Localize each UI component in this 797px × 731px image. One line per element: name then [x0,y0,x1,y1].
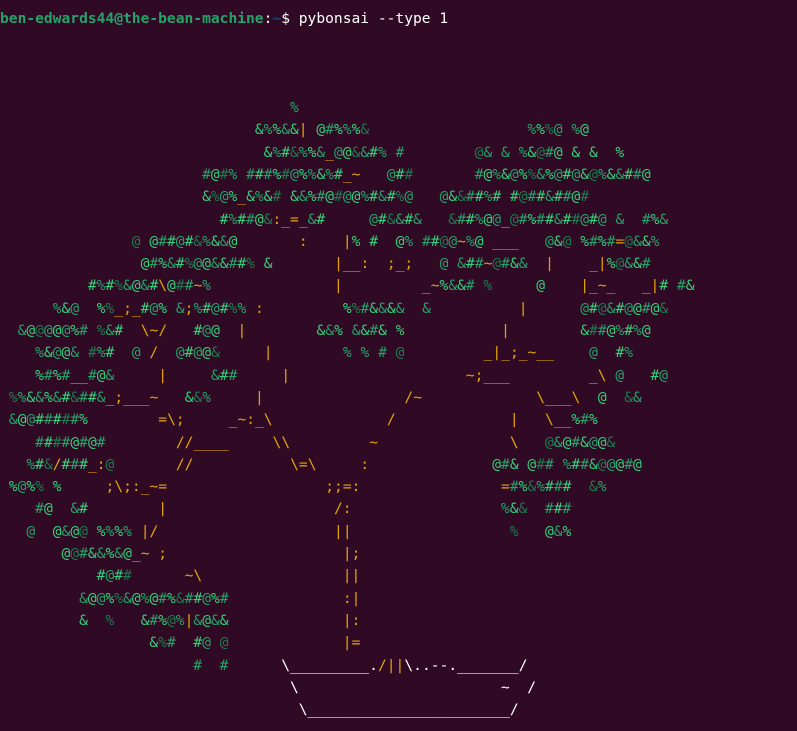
tree-line: %#%#__#@& | &## | ~;___ _\ @ #@ [35,366,669,384]
tree-line: &@@#####% =\; _~:_\ / | \__%#% [8,411,598,429]
prompt-path: ~ [272,10,282,27]
tree-line: &%# #@ @ |= [149,634,361,652]
tree-line: &%@%_&%&# &&%#@#@@%#&#%@ @&&##%# #@##&##… [202,188,590,206]
prompt-symbol: $ [281,10,290,27]
tree-line: #@#% ###%#@%%&%#_~ @## #@%&@%%&%@#@&@%&&… [202,165,651,183]
tree-line: \ ~ / [289,678,537,696]
tree-line: #%##@&:_=_&# @#&&#& &##%@@_@#%##&##@#@ &… [219,210,669,228]
tree-line: &@@@@@%# %&# \~/ #@@ | &&% &&#& % | &##@… [17,322,651,339]
tree-line: #%#%&@&#\@##~% | _~%&&# % @ |_~_ _|# #& [87,277,695,295]
tree-line: &@@%%&@%@#%&##@%# :| [79,589,361,607]
tree-line: @ @&@@ %%%% |/ || % @&% [26,522,572,540]
tree-line: & % &#%@%|&@&& |: [79,611,361,629]
tree-line: ####@#@# //____ \\ ~ \ @&@#&@@& [35,433,616,451]
tree-line: %&@ %%_;_#@% &;%#@#%% : %%#&&&& & | @#@&… [52,299,669,317]
tree-line: &%%&&| @#%%%& %%%@ %@ [254,121,589,139]
tree-line: # # \_________./||\..--._______/ [193,656,528,674]
tree-line: &%#&%%&_@@&&#% # @& & %&@#@ & & % [263,143,625,161]
tree-line: @@#&&%&@_~ ; |; [61,545,361,562]
prompt-user-host: ben-edwards44@the-bean-machine [0,10,264,27]
terminal-window[interactable]: ben-edwards44@the-bean-machine:~$ pybons… [0,0,797,731]
tree-line: #@## ~\ || [96,567,361,585]
tree-line: %#&/###_:@ // \=\ : @#& @## %##&@@@#@ [26,455,642,473]
tree-line: %%&&%&#&##&_;___~ &&% | /~ \___\ @ && [8,388,642,406]
tree-line: % [289,99,299,116]
command-text: pybonsai --type 1 [289,10,449,27]
tree-line: \_______________________/ [298,701,519,719]
tree-line: #@ &# | /: %&& ### [35,500,572,518]
tree-line: %@%% % ;\;:_~= ;;=: =#%&%### &% [8,478,607,496]
tree-line: @ @##@#&%&&@ : |% # @% ##@@~%@ ___ @&@ %… [131,232,660,250]
command-prompt-line: ben-edwards44@the-bean-machine:~$ pybons… [0,8,448,30]
tree-line: %&@@& #%# @ / @#@@& | % % # @ _|_;_~__ @… [35,344,634,362]
tree-line: @#%&#%@@&&##% & |__: ;_; @ &##~@#&& | _|… [140,255,651,273]
